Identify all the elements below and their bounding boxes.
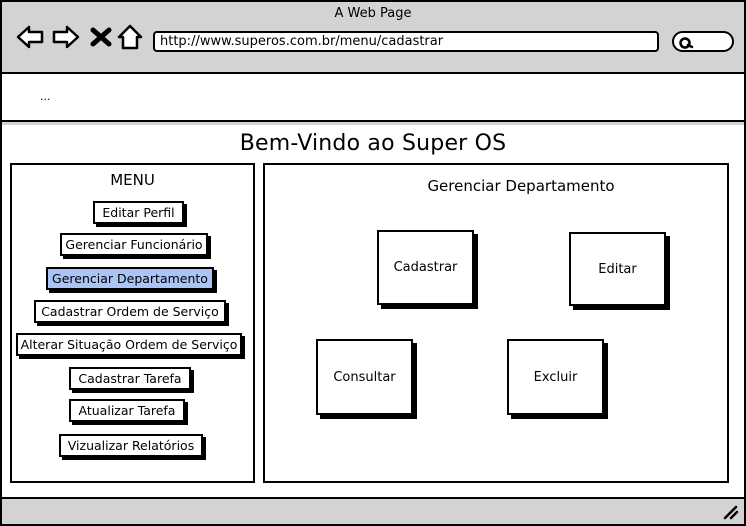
main-panel: [263, 163, 729, 483]
menu-item-alterar-situacao-ordem-servico[interactable]: Alterar Situação Ordem de Serviço: [16, 333, 242, 356]
search-field[interactable]: [672, 31, 734, 52]
resize-grip-icon[interactable]: [722, 504, 740, 520]
menu-item-vizualizar-relatorios[interactable]: Vizualizar Relatórios: [59, 434, 203, 457]
section-title: Gerenciar Departamento: [427, 177, 615, 195]
menu-title: MENU: [110, 171, 155, 189]
status-bar: [0, 497, 746, 526]
window-title: A Web Page: [334, 6, 412, 21]
forward-arrow-icon[interactable]: [51, 23, 81, 51]
menu-item-cadastrar-tarefa[interactable]: Cadastrar Tarefa: [69, 367, 191, 390]
back-arrow-icon[interactable]: [15, 23, 45, 51]
menu-item-cadastrar-ordem-servico[interactable]: Cadastrar Ordem de Serviço: [34, 300, 226, 323]
excluir-button[interactable]: Excluir: [507, 339, 604, 415]
toolbar-strip: [0, 72, 746, 122]
cadastrar-button[interactable]: Cadastrar: [377, 230, 474, 305]
menu-item-gerenciar-departamento[interactable]: Gerenciar Departamento: [46, 267, 214, 290]
menu-item-editar-perfil[interactable]: Editar Perfil: [93, 201, 184, 224]
search-icon: [678, 35, 694, 49]
menu-item-atualizar-tarefa[interactable]: Atualizar Tarefa: [69, 399, 185, 422]
address-bar[interactable]: http://www.superos.com.br/menu/cadastrar: [153, 31, 659, 52]
close-icon[interactable]: [88, 23, 114, 51]
page-title: Bem-Vindo ao Super OS: [239, 131, 507, 156]
consultar-button[interactable]: Consultar: [316, 339, 413, 415]
toolbar-ellipsis: ...: [40, 90, 51, 103]
menu-item-gerenciar-funcionario[interactable]: Gerenciar Funcionário: [60, 233, 208, 256]
editar-button[interactable]: Editar: [569, 232, 666, 306]
home-icon[interactable]: [117, 23, 143, 51]
